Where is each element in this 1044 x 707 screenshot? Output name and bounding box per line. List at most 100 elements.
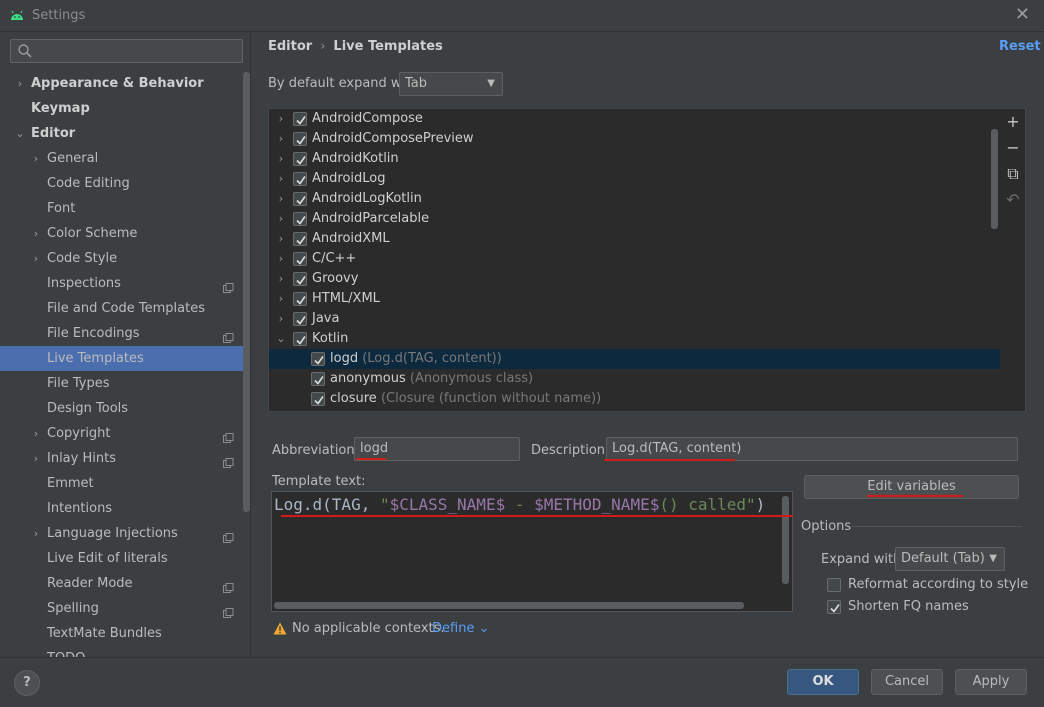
chevron-right-icon[interactable]: › <box>275 269 287 289</box>
template-group-row[interactable]: › Groovy <box>269 269 1000 289</box>
apply-button[interactable]: Apply <box>955 669 1027 695</box>
sidebar-item[interactable]: Design Tools <box>0 396 242 421</box>
chevron-right-icon[interactable]: › <box>30 246 42 271</box>
sidebar-item[interactable]: File Types <box>0 371 242 396</box>
chevron-right-icon[interactable]: › <box>275 109 287 129</box>
sidebar-item[interactable]: File and Code Templates <box>0 296 242 321</box>
close-icon[interactable]: ✕ <box>1015 5 1030 25</box>
template-group-row[interactable]: › AndroidComposePreview <box>269 129 1000 149</box>
chevron-right-icon[interactable]: › <box>30 146 42 171</box>
description-field[interactable]: Log.d(TAG, content) <box>606 437 1018 461</box>
template-row[interactable]: closure (Closure (function without name)… <box>269 389 1000 409</box>
sidebar-item[interactable]: TODO <box>0 646 242 657</box>
reset-link[interactable]: Reset <box>999 39 1041 54</box>
template-group-row[interactable]: › C/C++ <box>269 249 1000 269</box>
enabled-checkbox[interactable] <box>293 192 307 206</box>
chevron-right-icon[interactable]: › <box>275 249 287 269</box>
enabled-checkbox[interactable] <box>311 392 325 406</box>
enabled-checkbox[interactable] <box>293 332 307 346</box>
chevron-right-icon[interactable]: › <box>275 169 287 189</box>
enabled-checkbox[interactable] <box>293 172 307 186</box>
add-icon[interactable]: + <box>1003 112 1023 138</box>
sidebar-item[interactable]: Inspections <box>0 271 242 296</box>
chevron-right-icon[interactable]: › <box>275 309 287 329</box>
template-group-row[interactable]: › AndroidLog <box>269 169 1000 189</box>
sidebar-item[interactable]: File Encodings <box>0 321 242 346</box>
sidebar-item[interactable]: › Color Scheme <box>0 221 242 246</box>
sidebar-item[interactable]: Live Templates <box>0 346 250 371</box>
chevron-right-icon[interactable]: › <box>275 189 287 209</box>
remove-icon[interactable]: − <box>1003 138 1023 164</box>
help-button[interactable]: ? <box>14 670 40 696</box>
chevron-right-icon[interactable]: › <box>30 421 42 446</box>
sidebar-item[interactable]: › Inlay Hints <box>0 446 242 471</box>
expand-with-dropdown[interactable]: Tab ▼ <box>399 72 503 96</box>
template-row[interactable]: logd (Log.d(TAG, content)) <box>269 349 1000 369</box>
restore-icon[interactable]: ↶ <box>1003 190 1023 216</box>
template-group-row[interactable]: ⌄ Kotlin <box>269 329 1000 349</box>
template-group-row[interactable]: › AndroidXML <box>269 229 1000 249</box>
enabled-checkbox[interactable] <box>293 272 307 286</box>
template-group-row[interactable]: › HTML/XML <box>269 289 1000 309</box>
check-icon <box>296 256 306 265</box>
enabled-checkbox[interactable] <box>293 212 307 226</box>
chevron-right-icon[interactable]: › <box>30 521 42 546</box>
enabled-checkbox[interactable] <box>293 252 307 266</box>
search-input[interactable] <box>10 39 243 63</box>
editor-vertical-scrollbar[interactable] <box>782 496 789 584</box>
shorten-checkbox[interactable] <box>827 600 841 614</box>
sidebar-item[interactable]: TextMate Bundles <box>0 621 242 646</box>
breadcrumb: Editor › Live Templates <box>268 39 443 54</box>
sidebar-item[interactable]: Emmet <box>0 471 242 496</box>
template-group-row[interactable]: › AndroidKotlin <box>269 149 1000 169</box>
enabled-checkbox[interactable] <box>293 292 307 306</box>
reformat-checkbox[interactable] <box>827 578 841 592</box>
copy-icon[interactable]: ⧉ <box>1003 164 1023 190</box>
templates-scrollbar[interactable] <box>991 129 998 229</box>
sidebar-item[interactable]: Font <box>0 196 242 221</box>
define-link[interactable]: Define ⌄ <box>432 621 489 636</box>
enabled-checkbox[interactable] <box>311 372 325 386</box>
cancel-button[interactable]: Cancel <box>871 669 943 695</box>
enabled-checkbox[interactable] <box>293 152 307 166</box>
chevron-right-icon[interactable]: › <box>275 149 287 169</box>
enabled-checkbox[interactable] <box>311 352 325 366</box>
template-group-row[interactable]: › Java <box>269 309 1000 329</box>
sidebar-item[interactable]: Intentions <box>0 496 242 521</box>
sidebar-item[interactable]: Code Editing <box>0 171 242 196</box>
sidebar-item-label: Inlay Hints <box>47 451 116 466</box>
breadcrumb-parent[interactable]: Editor <box>268 39 312 54</box>
template-group-row[interactable]: › AndroidLogKotlin <box>269 189 1000 209</box>
ok-button[interactable]: OK <box>787 669 859 695</box>
sidebar-item[interactable]: › Appearance & Behavior <box>0 71 242 96</box>
chevron-down-icon[interactable]: ⌄ <box>275 329 287 349</box>
template-group-row[interactable]: › AndroidCompose <box>269 109 1000 129</box>
sidebar-item[interactable]: Reader Mode <box>0 571 242 596</box>
chevron-down-icon[interactable]: ⌄ <box>14 121 26 146</box>
sidebar-item[interactable]: ⌄ Editor <box>0 121 242 146</box>
chevron-right-icon[interactable]: › <box>30 221 42 246</box>
enabled-checkbox[interactable] <box>293 232 307 246</box>
sidebar-item[interactable]: › Language Injections <box>0 521 242 546</box>
template-row[interactable]: anonymous (Anonymous class) <box>269 369 1000 389</box>
chevron-right-icon[interactable]: › <box>275 209 287 229</box>
chevron-right-icon[interactable]: › <box>30 446 42 471</box>
template-group-row[interactable]: › AndroidParcelable <box>269 209 1000 229</box>
editor-horizontal-scrollbar[interactable] <box>274 602 744 609</box>
enabled-checkbox[interactable] <box>293 112 307 126</box>
sidebar-item[interactable]: Spelling <box>0 596 242 621</box>
enabled-checkbox[interactable] <box>293 132 307 146</box>
sidebar-item[interactable]: Keymap <box>0 96 242 121</box>
chevron-right-icon[interactable]: › <box>275 129 287 149</box>
sidebar-item[interactable]: › Copyright <box>0 421 242 446</box>
template-text-editor[interactable]: Log.d(TAG, "$CLASS_NAME$ - $METHOD_NAME$… <box>271 491 793 612</box>
sidebar-scrollbar[interactable] <box>243 72 250 512</box>
sidebar-item[interactable]: › Code Style <box>0 246 242 271</box>
chevron-right-icon[interactable]: › <box>275 229 287 249</box>
chevron-right-icon[interactable]: › <box>275 289 287 309</box>
sidebar-item[interactable]: › General <box>0 146 242 171</box>
sidebar-item[interactable]: Live Edit of literals <box>0 546 242 571</box>
options-expand-with-dropdown[interactable]: Default (Tab) ▼ <box>895 547 1005 571</box>
chevron-right-icon[interactable]: › <box>14 71 26 96</box>
enabled-checkbox[interactable] <box>293 312 307 326</box>
